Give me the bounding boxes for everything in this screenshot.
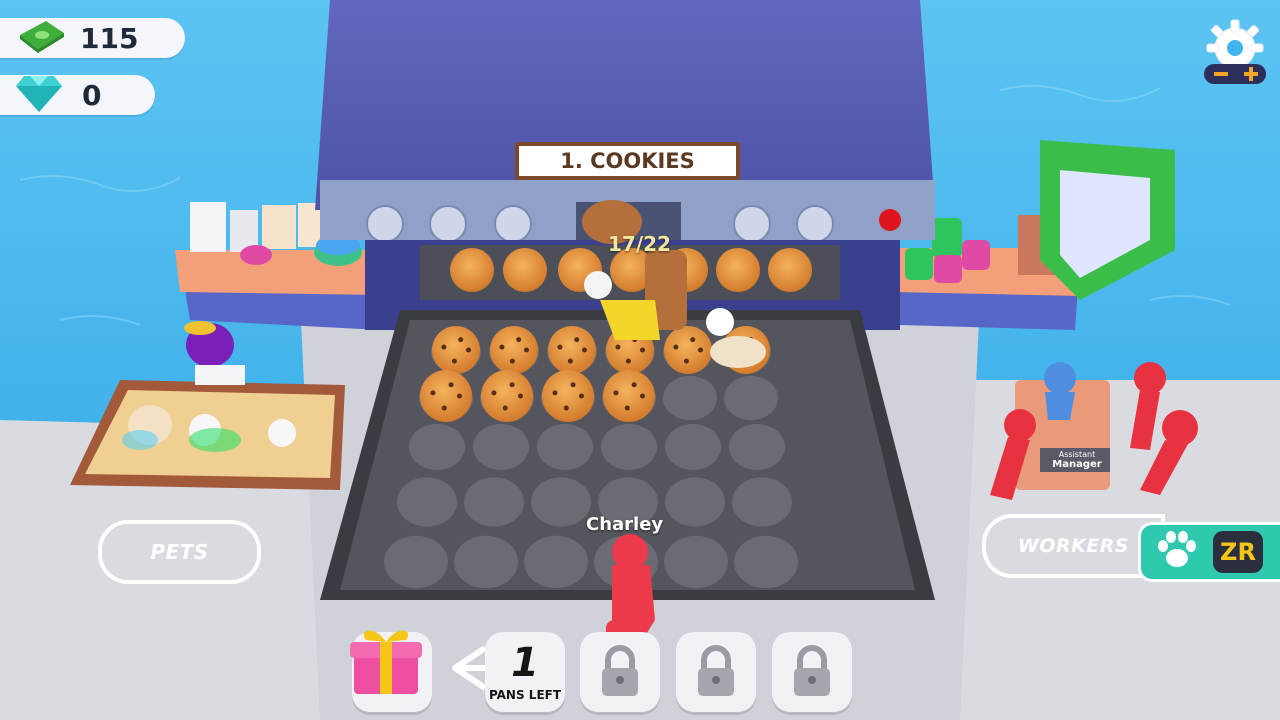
cookie [542,370,594,422]
tray-well [464,477,524,527]
choc-chip [552,390,558,396]
choc-chip [579,393,584,399]
cash-stack-icon [16,19,68,58]
choc-chip [613,390,619,396]
choc-chip [524,347,529,353]
choc-chip [683,358,689,364]
choc-chip [563,405,569,411]
choc-chip [458,337,464,343]
tray-well [397,477,457,527]
cookie [548,326,596,374]
oven-sign: 1. COOKIES [515,142,740,180]
choc-chip [430,390,436,396]
choc-chip [516,337,522,343]
pans-left-label: PANS LEFT [488,688,562,702]
zr-key-badge: ZR [1213,531,1263,573]
choc-chip [615,344,621,350]
tray-well [601,424,657,470]
cookie [481,370,533,422]
cookie [664,326,712,374]
pans-left-counter: 1 PANS LEFT [485,632,565,712]
paw-icon [1155,530,1199,575]
choc-chip [441,405,447,411]
locked-slot-2[interactable] [676,632,756,712]
workers-label-text: WORKERS [1017,535,1130,557]
choc-chip [457,393,462,399]
game-scene [0,0,1280,720]
assistant-sign-line2: Manager [1052,459,1102,470]
player-name-tag: Charley [586,514,664,535]
tray-progress-counter: 17/22 [608,232,671,256]
choc-chip [625,358,631,364]
choc-chip [631,382,637,388]
choc-chip [518,393,523,399]
gem-amount: 0 [82,78,102,112]
choc-chip [698,347,703,353]
choc-chip [624,405,630,411]
choc-chip [557,344,563,350]
gift-icon [350,630,422,694]
cookie [420,370,472,422]
choc-chip [567,358,573,364]
tray-well [531,477,591,527]
tray-well [663,375,717,421]
choc-chip [673,344,679,350]
gift-slot[interactable] [350,630,432,712]
lock-icon [602,645,638,696]
cash-amount: 115 [80,21,139,55]
tray-well [664,535,728,589]
locked-slot-3[interactable] [772,632,852,712]
choc-chip [441,344,447,350]
cookie [432,326,480,374]
choc-chip [491,390,497,396]
lock-icon [698,645,734,696]
choc-chip [451,358,457,364]
choc-chip [640,393,645,399]
choc-chip [448,382,454,388]
lock-icon [794,645,830,696]
tray-well [732,477,792,527]
pets-label-text: PETS [150,540,209,564]
tray-well [729,424,785,470]
tray-well [524,535,588,589]
choc-chip [509,358,515,364]
tray-well [724,375,778,421]
assistant-manager-sign: Assistant Manager [1042,450,1112,470]
pans-left-count: 1 [511,640,539,686]
pet-zr-button[interactable]: ZR [1138,522,1280,582]
tray-well [665,424,721,470]
cash-counter: 115 [0,18,185,58]
choc-chip [570,382,576,388]
cookie [603,370,655,422]
pets-zone-label[interactable]: PETS [98,520,261,584]
gear-icon [1204,19,1266,84]
tray-well [454,535,518,589]
choc-chip [582,347,587,353]
choc-chip [690,337,696,343]
settings-button[interactable] [1200,18,1270,86]
choc-chip [466,347,471,353]
tray-well [384,535,448,589]
choc-chip [502,405,508,411]
choc-chip [574,337,580,343]
gem-counter: 0 [0,75,155,115]
choc-chip [499,344,505,350]
tray-well [665,477,725,527]
cookie [490,326,538,374]
tray-well [537,424,593,470]
tray-well [473,424,529,470]
locked-slot-1[interactable] [580,632,660,712]
tray-well [734,535,798,589]
diamond-icon [16,74,62,117]
tray-well [409,424,465,470]
choc-chip [509,382,515,388]
choc-chip [640,347,645,353]
